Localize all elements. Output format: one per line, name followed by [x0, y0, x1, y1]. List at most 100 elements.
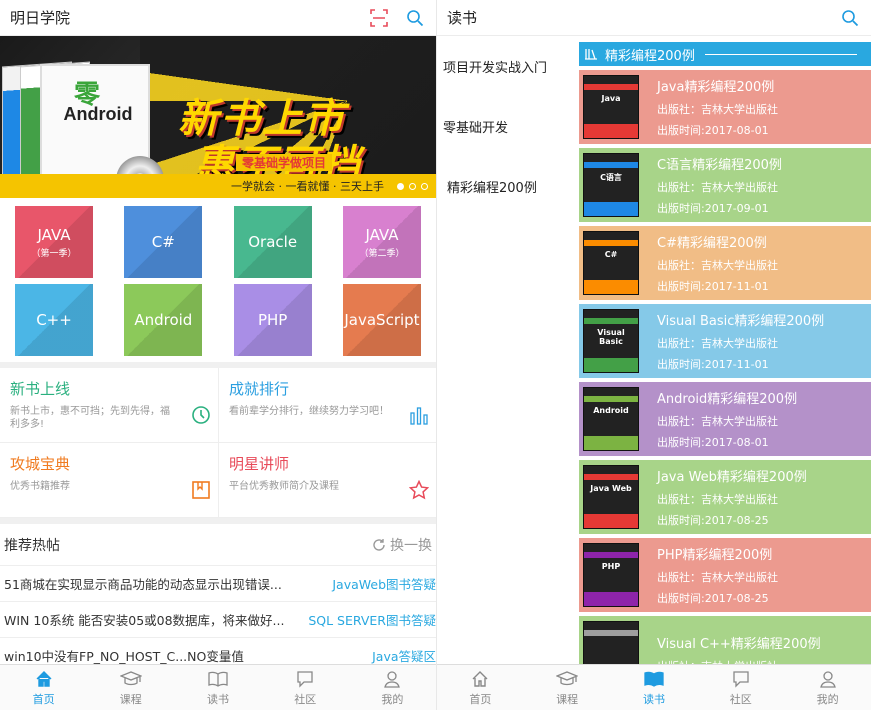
- book-info: Visual Basic精彩编程200例 出版社：吉林大学出版社 出版时间:20…: [657, 310, 824, 372]
- post-category-link[interactable]: SQL SERVER图书答疑: [308, 610, 436, 629]
- sidebar-item[interactable]: 精彩编程200例: [437, 156, 579, 216]
- nav-item[interactable]: 社区: [697, 665, 784, 710]
- category-label: C++: [36, 311, 72, 329]
- book-cover: PHP: [583, 543, 639, 607]
- home-icon: [33, 669, 55, 689]
- book-item[interactable]: C语言 C语言精彩编程200例 出版社：吉林大学出版社 出版时间:2017-09…: [579, 148, 871, 222]
- category-tile[interactable]: C#: [124, 206, 203, 278]
- nav-item[interactable]: 首页: [0, 665, 87, 710]
- cover-band: [584, 396, 638, 402]
- hot-posts-title: 推荐热帖: [4, 537, 60, 554]
- refresh-button[interactable]: 换一换: [372, 535, 432, 555]
- category-tile[interactable]: Oracle: [233, 206, 312, 278]
- nav-item[interactable]: 首页: [437, 665, 524, 710]
- book-title: C#精彩编程200例: [657, 236, 767, 251]
- cover-band: [584, 552, 638, 558]
- books-icon: [585, 49, 597, 60]
- book-item[interactable]: Visual Basic Visual Basic精彩编程200例 出版社：吉林…: [579, 304, 871, 378]
- banner-book-label: Android: [63, 104, 133, 124]
- open-book-icon: [207, 669, 229, 689]
- hot-posts-list: 51商城在实现显示商品功能的动态显示出现错误... JavaWeb图书答疑 WIN…: [0, 566, 436, 674]
- category-grid: JAVA （第一季） C# Oracle JAVA （第二季） C++ Android PHP J…: [0, 198, 436, 362]
- nav-item[interactable]: 课程: [87, 665, 174, 710]
- pager-dot[interactable]: [409, 183, 416, 190]
- section-rule: [704, 53, 857, 55]
- pager-dot[interactable]: [421, 183, 428, 190]
- book-cover: Java Web: [583, 465, 639, 529]
- feature-card[interactable]: 成就排行 看前辈学分排行，继续努力学习吧！: [219, 368, 436, 443]
- sidebar-item[interactable]: 零基础开发: [437, 96, 579, 156]
- feature-title: 明星讲师: [229, 455, 290, 473]
- book-date: 出版时间:2017-08-01: [657, 436, 769, 449]
- book-item[interactable]: PHP PHP精彩编程200例 出版社：吉林大学出版社 出版时间:2017-08…: [579, 538, 871, 612]
- hot-post-row[interactable]: 51商城在实现显示商品功能的动态显示出现错误... JavaWeb图书答疑: [0, 566, 436, 602]
- book-info: C#精彩编程200例 出版社：吉林大学出版社 出版时间:2017-11-01: [657, 232, 778, 294]
- banner-strip: 一学就会 · 一看就懂 · 三天上手: [0, 174, 436, 198]
- book-item[interactable]: C# C#精彩编程200例 出版社：吉林大学出版社 出版时间:2017-11-0…: [579, 226, 871, 300]
- home-header: 明日学院: [0, 0, 436, 36]
- pager-dot[interactable]: [397, 183, 404, 190]
- sidebar-item-label: 项目开发实战入门: [443, 60, 548, 76]
- home-icon: [469, 669, 491, 689]
- cover-band: [584, 318, 638, 324]
- hot-post-row[interactable]: WIN 10系统 能否安装05或08数据库，将来做好... SQL SERVER…: [0, 602, 436, 638]
- book-publisher: 出版社：吉林大学出版社: [657, 493, 778, 506]
- book-title: PHP精彩编程200例: [657, 548, 773, 563]
- feature-card[interactable]: 明星讲师 平台优秀教师简介及课程: [219, 443, 436, 518]
- hot-posts-header: 推荐热帖 换一换: [0, 524, 436, 566]
- reading-header: 读书: [437, 0, 871, 36]
- post-title: win10中没有FP_NO_HOST_C...NO变量值: [4, 649, 244, 664]
- cover-band: [584, 630, 638, 636]
- nav-item[interactable]: 社区: [262, 665, 349, 710]
- category-tile[interactable]: Android: [124, 284, 203, 356]
- cover-base: [584, 124, 638, 138]
- book-item[interactable]: Visual C++精彩编程200例 出版社：吉林大学出版社: [579, 616, 871, 664]
- post-category-link[interactable]: Java答疑区: [372, 646, 436, 665]
- search-icon[interactable]: [839, 7, 861, 29]
- book-publisher: 出版社：吉林大学出版社: [657, 337, 778, 350]
- category-label: Oracle: [248, 233, 298, 251]
- promo-banner[interactable]: 零 Android 新书上市 惠不可挡 一学就会 · 一看就懂 · 三天上手 零…: [0, 36, 436, 198]
- category-tile[interactable]: C++: [15, 284, 93, 356]
- post-category-link[interactable]: JavaWeb图书答疑: [332, 574, 436, 593]
- search-icon[interactable]: [404, 7, 426, 29]
- nav-item[interactable]: 课程: [524, 665, 611, 710]
- feature-card[interactable]: 新书上线 新书上市，惠不可挡；先到先得，福利多多!: [0, 368, 219, 443]
- nav-item[interactable]: 我的: [784, 665, 871, 710]
- cover-base: [584, 202, 638, 216]
- book-info: Visual C++精彩编程200例 出版社：吉林大学出版社: [657, 633, 821, 665]
- star-icon: [408, 479, 430, 501]
- book-title: Visual C++精彩编程200例: [657, 636, 821, 652]
- feature-desc: 平台优秀教师简介及课程: [229, 481, 339, 492]
- cover-base: [584, 436, 638, 450]
- book-info: Java精彩编程200例 出版社：吉林大学出版社 出版时间:2017-08-01: [657, 76, 778, 138]
- category-tile[interactable]: JAVA （第二季）: [342, 206, 421, 278]
- category-tile[interactable]: JAVA （第一季）: [15, 206, 93, 278]
- nav-item[interactable]: 读书: [174, 665, 261, 710]
- book-item[interactable]: Android Android精彩编程200例 出版社：吉林大学出版社 出版时间…: [579, 382, 871, 456]
- category-sublabel: （第二季）: [359, 248, 405, 259]
- book-publisher: 出版社：吉林大学出版社: [657, 571, 778, 584]
- feature-grid: 新书上线 新书上市，惠不可挡；先到先得，福利多多! 成就排行 看前辈学分排行，继…: [0, 368, 436, 518]
- book-date: 出版时间:2017-08-25: [657, 514, 769, 527]
- book-cover: C#: [583, 231, 639, 295]
- nav-item[interactable]: 读书: [611, 665, 698, 710]
- scan-icon[interactable]: [368, 7, 390, 29]
- book-item[interactable]: Java Java精彩编程200例 出版社：吉林大学出版社 出版时间:2017-…: [579, 70, 871, 144]
- nav-item[interactable]: 我的: [349, 665, 436, 710]
- cover-band: [584, 240, 638, 246]
- refresh-icon: [373, 538, 385, 551]
- book-item[interactable]: Java Web Java Web精彩编程200例 出版社：吉林大学出版社 出版…: [579, 460, 871, 534]
- category-label: C#: [151, 233, 175, 251]
- sidebar-item[interactable]: 项目开发实战入门: [437, 36, 579, 96]
- category-label: Android: [134, 311, 193, 329]
- feature-card[interactable]: 攻城宝典 优秀书籍推荐: [0, 443, 219, 518]
- category-tile[interactable]: PHP: [233, 284, 312, 356]
- post-title: WIN 10系统 能否安装05或08数据库，将来做好...: [4, 613, 285, 628]
- category-tile[interactable]: JavaScript: [342, 284, 421, 356]
- book-title: Java精彩编程200例: [657, 80, 775, 95]
- feature-title: 攻城宝典: [10, 455, 71, 473]
- cover-title: C#: [604, 250, 618, 259]
- feature-desc: 优秀书籍推荐: [10, 481, 70, 492]
- book-publisher: 出版社：吉林大学出版社: [657, 181, 778, 194]
